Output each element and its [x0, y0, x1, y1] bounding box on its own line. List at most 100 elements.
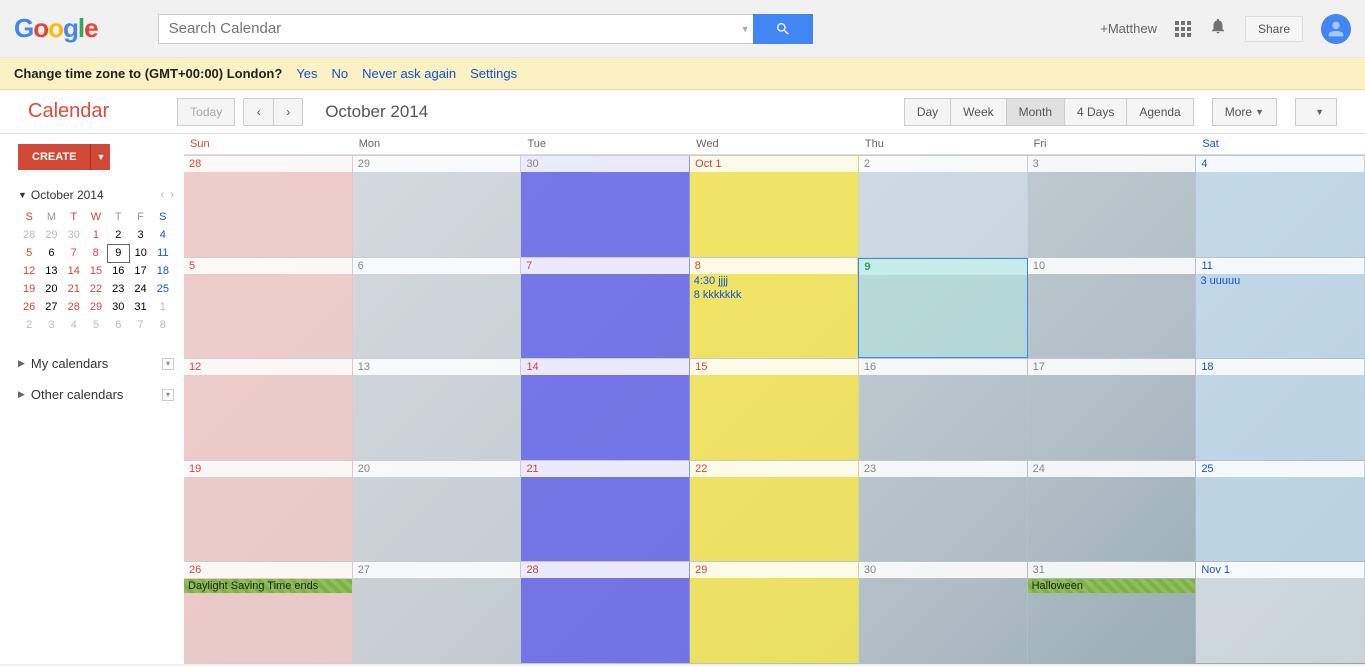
day-cell[interactable]: 10 [1028, 258, 1197, 359]
mini-day[interactable]: 1 [85, 226, 107, 244]
day-cell[interactable]: 30 [859, 562, 1028, 663]
notifications-icon[interactable] [1209, 17, 1227, 40]
tz-no-link[interactable]: No [332, 66, 349, 81]
mini-day[interactable]: 23 [107, 280, 129, 298]
event[interactable]: Halloween [1028, 579, 1196, 593]
caret-down-icon[interactable]: ▼ [18, 190, 27, 200]
plus-user-link[interactable]: +Matthew [1100, 21, 1157, 36]
day-cell[interactable]: 13 [353, 359, 522, 460]
day-cell[interactable]: 30 [521, 156, 690, 257]
mini-day[interactable]: 2 [18, 316, 40, 334]
mini-day[interactable]: 30 [107, 298, 129, 316]
mini-day[interactable]: 29 [40, 226, 62, 244]
day-cell[interactable]: 24 [1028, 461, 1197, 562]
mini-day[interactable]: 25 [152, 280, 174, 298]
mini-day[interactable]: 29 [85, 298, 107, 316]
mini-day[interactable]: 24 [129, 280, 151, 298]
prev-button[interactable]: ‹ [243, 98, 273, 126]
day-cell[interactable]: 7 [521, 258, 690, 359]
view-4days[interactable]: 4 Days [1064, 98, 1126, 126]
mini-day[interactable]: 9 [107, 244, 129, 262]
day-cell[interactable]: 23 [859, 461, 1028, 562]
view-agenda[interactable]: Agenda [1126, 98, 1193, 126]
mini-day[interactable]: 6 [40, 244, 62, 262]
dropdown-icon[interactable]: ▾ [162, 389, 174, 401]
day-cell[interactable]: 6 [353, 258, 522, 359]
more-button[interactable]: More▼ [1212, 98, 1277, 126]
mini-day[interactable]: 2 [107, 226, 129, 244]
mini-day[interactable]: 3 [129, 226, 151, 244]
share-button[interactable]: Share [1245, 16, 1303, 42]
create-button[interactable]: CREATE [18, 144, 90, 170]
day-cell[interactable]: 84:30 jjjj8 kkkkkkk [690, 258, 859, 359]
mini-day[interactable]: 5 [85, 316, 107, 334]
mini-day[interactable]: 28 [63, 298, 85, 316]
day-cell[interactable]: Oct 1 [690, 156, 859, 257]
mini-day[interactable]: 14 [63, 262, 85, 280]
mini-day[interactable]: 3 [40, 316, 62, 334]
mini-day[interactable]: 20 [40, 280, 62, 298]
mini-day[interactable]: 19 [18, 280, 40, 298]
mini-day[interactable]: 12 [18, 262, 40, 280]
day-cell[interactable]: 9 [858, 258, 1028, 359]
day-cell[interactable]: 17 [1028, 359, 1197, 460]
mini-day[interactable]: 4 [63, 316, 85, 334]
day-cell[interactable]: 28 [184, 156, 353, 257]
day-cell[interactable]: 16 [859, 359, 1028, 460]
mini-next-icon[interactable]: › [170, 189, 174, 201]
mini-day[interactable]: 10 [129, 244, 151, 262]
day-cell[interactable]: 113 uuuuu [1196, 258, 1365, 359]
view-month[interactable]: Month [1006, 98, 1064, 126]
mini-day[interactable]: 22 [85, 280, 107, 298]
view-week[interactable]: Week [950, 98, 1005, 126]
day-cell[interactable]: 19 [184, 461, 353, 562]
day-cell[interactable]: 29 [690, 562, 859, 663]
settings-button[interactable]: ▼ [1295, 98, 1337, 126]
day-cell[interactable]: 3 [1028, 156, 1197, 257]
day-cell[interactable]: 22 [690, 461, 859, 562]
tz-settings-link[interactable]: Settings [470, 66, 517, 81]
mini-day[interactable]: 4 [152, 226, 174, 244]
search-button[interactable] [753, 14, 813, 44]
my-calendars-section[interactable]: ▶ My calendars ▾ [18, 348, 174, 379]
mini-day[interactable]: 7 [63, 244, 85, 262]
mini-day[interactable]: 18 [152, 262, 174, 280]
day-cell[interactable]: 15 [690, 359, 859, 460]
mini-calendar[interactable]: SMTWTFS282930123456789101112131415161718… [18, 208, 174, 334]
mini-day[interactable]: 7 [129, 316, 151, 334]
event[interactable]: 8 kkkkkkk [690, 288, 858, 302]
mini-day[interactable]: 13 [40, 262, 62, 280]
other-calendars-section[interactable]: ▶ Other calendars ▾ [18, 379, 174, 410]
mini-day[interactable]: 26 [18, 298, 40, 316]
event[interactable]: 3 uuuuu [1196, 274, 1364, 288]
search-dropdown-icon[interactable]: ▼ [738, 14, 753, 44]
next-button[interactable]: › [273, 98, 303, 126]
event[interactable]: 4:30 jjjj [690, 274, 858, 288]
mini-day[interactable]: 31 [129, 298, 151, 316]
today-button[interactable]: Today [177, 98, 235, 126]
day-cell[interactable]: 18 [1196, 359, 1365, 460]
mini-day[interactable]: 28 [18, 226, 40, 244]
tz-never-link[interactable]: Never ask again [362, 66, 456, 81]
mini-day[interactable]: 15 [85, 262, 107, 280]
day-cell[interactable]: 26Daylight Saving Time ends [184, 562, 353, 663]
mini-day[interactable]: 27 [40, 298, 62, 316]
create-dropdown[interactable]: ▼ [90, 144, 110, 170]
day-cell[interactable]: 5 [184, 258, 353, 359]
day-cell[interactable]: 2 [859, 156, 1028, 257]
day-cell[interactable]: 28 [521, 562, 690, 663]
view-day[interactable]: Day [904, 98, 950, 126]
day-cell[interactable]: 14 [521, 359, 690, 460]
day-cell[interactable]: 21 [521, 461, 690, 562]
mini-day[interactable]: 8 [152, 316, 174, 334]
day-cell[interactable]: 12 [184, 359, 353, 460]
day-cell[interactable]: Nov 1 [1196, 562, 1365, 663]
mini-day[interactable]: 17 [129, 262, 151, 280]
mini-day[interactable]: 16 [107, 262, 129, 280]
day-cell[interactable]: 29 [353, 156, 522, 257]
mini-day[interactable]: 8 [85, 244, 107, 262]
event[interactable]: Daylight Saving Time ends [184, 579, 352, 593]
search-input[interactable] [158, 14, 738, 44]
day-cell[interactable]: 20 [353, 461, 522, 562]
mini-day[interactable]: 1 [152, 298, 174, 316]
